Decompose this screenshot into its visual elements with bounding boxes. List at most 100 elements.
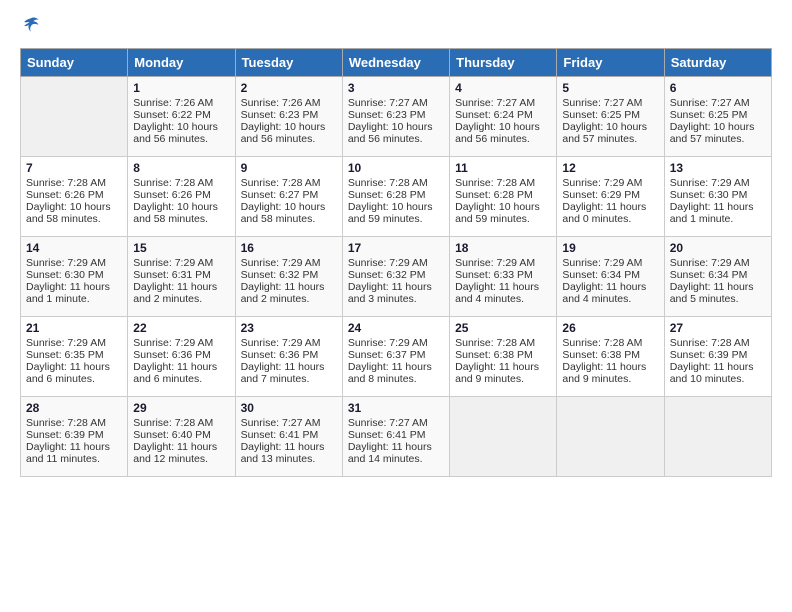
daylight-text: Daylight: 11 hours and 13 minutes. (241, 441, 337, 465)
sunrise-text: Sunrise: 7:29 AM (670, 177, 766, 189)
calendar-table: Sunday Monday Tuesday Wednesday Thursday… (20, 48, 772, 477)
sunrise-text: Sunrise: 7:27 AM (241, 417, 337, 429)
calendar-cell: 24Sunrise: 7:29 AMSunset: 6:37 PMDayligh… (342, 317, 449, 397)
daylight-text: Daylight: 10 hours and 56 minutes. (455, 121, 551, 145)
calendar-cell (557, 397, 664, 477)
sunrise-text: Sunrise: 7:29 AM (26, 257, 122, 269)
sunrise-text: Sunrise: 7:29 AM (241, 337, 337, 349)
daylight-text: Daylight: 10 hours and 58 minutes. (26, 201, 122, 225)
day-number: 16 (241, 241, 337, 255)
calendar-week-row: 14Sunrise: 7:29 AMSunset: 6:30 PMDayligh… (21, 237, 772, 317)
calendar-cell: 29Sunrise: 7:28 AMSunset: 6:40 PMDayligh… (128, 397, 235, 477)
sunrise-text: Sunrise: 7:28 AM (133, 417, 229, 429)
daylight-text: Daylight: 10 hours and 57 minutes. (562, 121, 658, 145)
daylight-text: Daylight: 11 hours and 7 minutes. (241, 361, 337, 385)
daylight-text: Daylight: 11 hours and 6 minutes. (26, 361, 122, 385)
daylight-text: Daylight: 11 hours and 9 minutes. (562, 361, 658, 385)
calendar-cell: 13Sunrise: 7:29 AMSunset: 6:30 PMDayligh… (664, 157, 771, 237)
header-thursday: Thursday (450, 49, 557, 77)
header-row: Sunday Monday Tuesday Wednesday Thursday… (21, 49, 772, 77)
calendar-cell: 2Sunrise: 7:26 AMSunset: 6:23 PMDaylight… (235, 77, 342, 157)
day-number: 5 (562, 81, 658, 95)
calendar-week-row: 7Sunrise: 7:28 AMSunset: 6:26 PMDaylight… (21, 157, 772, 237)
daylight-text: Daylight: 11 hours and 12 minutes. (133, 441, 229, 465)
daylight-text: Daylight: 11 hours and 10 minutes. (670, 361, 766, 385)
calendar-cell: 26Sunrise: 7:28 AMSunset: 6:38 PMDayligh… (557, 317, 664, 397)
calendar-cell (450, 397, 557, 477)
sunset-text: Sunset: 6:24 PM (455, 109, 551, 121)
daylight-text: Daylight: 11 hours and 2 minutes. (241, 281, 337, 305)
sunrise-text: Sunrise: 7:29 AM (26, 337, 122, 349)
sunset-text: Sunset: 6:32 PM (241, 269, 337, 281)
sunrise-text: Sunrise: 7:29 AM (133, 337, 229, 349)
logo-bird-icon (22, 16, 40, 34)
calendar-cell: 1Sunrise: 7:26 AMSunset: 6:22 PMDaylight… (128, 77, 235, 157)
day-number: 10 (348, 161, 444, 175)
day-number: 30 (241, 401, 337, 415)
sunset-text: Sunset: 6:39 PM (26, 429, 122, 441)
calendar-cell: 3Sunrise: 7:27 AMSunset: 6:23 PMDaylight… (342, 77, 449, 157)
daylight-text: Daylight: 10 hours and 57 minutes. (670, 121, 766, 145)
sunset-text: Sunset: 6:23 PM (241, 109, 337, 121)
daylight-text: Daylight: 11 hours and 2 minutes. (133, 281, 229, 305)
daylight-text: Daylight: 10 hours and 59 minutes. (348, 201, 444, 225)
sunrise-text: Sunrise: 7:28 AM (133, 177, 229, 189)
calendar-cell: 5Sunrise: 7:27 AMSunset: 6:25 PMDaylight… (557, 77, 664, 157)
sunrise-text: Sunrise: 7:27 AM (562, 97, 658, 109)
calendar-cell: 23Sunrise: 7:29 AMSunset: 6:36 PMDayligh… (235, 317, 342, 397)
calendar-cell: 10Sunrise: 7:28 AMSunset: 6:28 PMDayligh… (342, 157, 449, 237)
calendar-week-row: 28Sunrise: 7:28 AMSunset: 6:39 PMDayligh… (21, 397, 772, 477)
sunset-text: Sunset: 6:25 PM (670, 109, 766, 121)
header-tuesday: Tuesday (235, 49, 342, 77)
calendar-cell (664, 397, 771, 477)
day-number: 9 (241, 161, 337, 175)
calendar-cell: 20Sunrise: 7:29 AMSunset: 6:34 PMDayligh… (664, 237, 771, 317)
day-number: 21 (26, 321, 122, 335)
calendar-cell: 8Sunrise: 7:28 AMSunset: 6:26 PMDaylight… (128, 157, 235, 237)
day-number: 25 (455, 321, 551, 335)
day-number: 24 (348, 321, 444, 335)
day-number: 4 (455, 81, 551, 95)
sunrise-text: Sunrise: 7:29 AM (348, 257, 444, 269)
sunrise-text: Sunrise: 7:29 AM (348, 337, 444, 349)
sunrise-text: Sunrise: 7:28 AM (670, 337, 766, 349)
calendar-week-row: 1Sunrise: 7:26 AMSunset: 6:22 PMDaylight… (21, 77, 772, 157)
calendar-cell: 6Sunrise: 7:27 AMSunset: 6:25 PMDaylight… (664, 77, 771, 157)
sunset-text: Sunset: 6:34 PM (670, 269, 766, 281)
sunrise-text: Sunrise: 7:27 AM (348, 97, 444, 109)
daylight-text: Daylight: 11 hours and 0 minutes. (562, 201, 658, 225)
calendar-cell: 9Sunrise: 7:28 AMSunset: 6:27 PMDaylight… (235, 157, 342, 237)
sunrise-text: Sunrise: 7:27 AM (455, 97, 551, 109)
sunrise-text: Sunrise: 7:29 AM (133, 257, 229, 269)
calendar-cell: 28Sunrise: 7:28 AMSunset: 6:39 PMDayligh… (21, 397, 128, 477)
daylight-text: Daylight: 11 hours and 5 minutes. (670, 281, 766, 305)
calendar-cell: 7Sunrise: 7:28 AMSunset: 6:26 PMDaylight… (21, 157, 128, 237)
sunrise-text: Sunrise: 7:28 AM (26, 177, 122, 189)
day-number: 8 (133, 161, 229, 175)
sunset-text: Sunset: 6:32 PM (348, 269, 444, 281)
calendar-cell: 4 Sunrise: 7:27 AMSunset: 6:24 PMDaylight… (450, 77, 557, 157)
daylight-text: Daylight: 11 hours and 8 minutes. (348, 361, 444, 385)
sunset-text: Sunset: 6:41 PM (348, 429, 444, 441)
day-number: 31 (348, 401, 444, 415)
calendar-cell: 27Sunrise: 7:28 AMSunset: 6:39 PMDayligh… (664, 317, 771, 397)
daylight-text: Daylight: 11 hours and 6 minutes. (133, 361, 229, 385)
calendar-cell: 15Sunrise: 7:29 AMSunset: 6:31 PMDayligh… (128, 237, 235, 317)
daylight-text: Daylight: 11 hours and 4 minutes. (562, 281, 658, 305)
day-number: 14 (26, 241, 122, 255)
calendar-cell: 12Sunrise: 7:29 AMSunset: 6:29 PMDayligh… (557, 157, 664, 237)
day-number: 12 (562, 161, 658, 175)
sunset-text: Sunset: 6:34 PM (562, 269, 658, 281)
sunset-text: Sunset: 6:40 PM (133, 429, 229, 441)
header-friday: Friday (557, 49, 664, 77)
sunset-text: Sunset: 6:38 PM (455, 349, 551, 361)
day-number: 26 (562, 321, 658, 335)
sunrise-text: Sunrise: 7:29 AM (562, 257, 658, 269)
sunset-text: Sunset: 6:35 PM (26, 349, 122, 361)
daylight-text: Daylight: 10 hours and 58 minutes. (133, 201, 229, 225)
sunset-text: Sunset: 6:41 PM (241, 429, 337, 441)
sunset-text: Sunset: 6:38 PM (562, 349, 658, 361)
daylight-text: Daylight: 10 hours and 56 minutes. (348, 121, 444, 145)
sunrise-text: Sunrise: 7:28 AM (455, 337, 551, 349)
sunset-text: Sunset: 6:36 PM (241, 349, 337, 361)
